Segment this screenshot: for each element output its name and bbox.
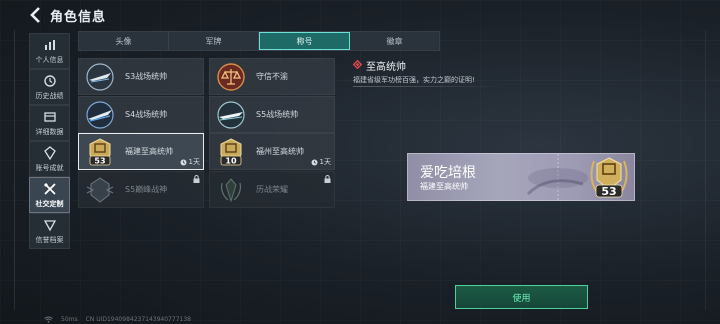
- clock-icon: [180, 159, 187, 165]
- frame-line-left: [14, 30, 15, 310]
- gold-badge-icon: 53: [590, 157, 628, 198]
- title-name: S3战场统帅: [125, 72, 168, 81]
- sidebar-item-social-custom[interactable]: 社交定制: [29, 177, 70, 213]
- ping-value: 50ms: [61, 316, 78, 323]
- sidebar-item-label: 社交定制: [35, 199, 64, 208]
- title-card-s4-commander[interactable]: S4战场统帅: [78, 96, 204, 133]
- sidebar-item-label: 信誉档案: [35, 235, 64, 244]
- wifi-icon: [44, 316, 53, 323]
- data-icon: [43, 111, 56, 122]
- title-card-s5-peak-god[interactable]: S5巅峰战神: [78, 171, 204, 208]
- detail-title: 至高统帅: [366, 62, 406, 73]
- category-tabs: 头像 军牌 称号 徽章: [78, 31, 440, 51]
- tab-badge[interactable]: 徽章: [350, 32, 439, 50]
- jet-emblem-icon: [217, 101, 245, 129]
- title-name: S5巅峰战神: [125, 185, 168, 194]
- uid-text: CN UID1940984237143940777138: [85, 316, 191, 323]
- duration-badge: 1天: [311, 157, 331, 167]
- title-card-fuzhou-commander[interactable]: 10 福州至高统帅 1天: [209, 133, 335, 170]
- title-card-battle-glory[interactable]: 历战荣耀: [209, 171, 335, 208]
- sidebar-item-label: 历史战绩: [35, 91, 64, 100]
- duration-text: 1天: [319, 158, 331, 166]
- lock-icon: [193, 175, 200, 183]
- jet-emblem-icon: [86, 101, 114, 129]
- title-card-s5-commander[interactable]: S5战场统帅: [209, 96, 335, 133]
- title-name: S4战场统帅: [125, 110, 168, 119]
- duration-text: 1天: [188, 158, 200, 166]
- status-footer: 50ms CN UID1940984237143940777138: [44, 316, 191, 323]
- sidebar-item-label: 账号成就: [35, 163, 64, 172]
- scales-emblem-icon: [217, 63, 245, 91]
- silver-emblem-icon: [86, 177, 114, 203]
- title-card-keep-faith[interactable]: 守信不渝: [209, 58, 335, 95]
- title-name: 福建至高统帅: [125, 147, 173, 156]
- bar-chart-icon: [44, 39, 55, 50]
- nameplate-title: 福建至高统帅: [420, 182, 468, 191]
- achievement-icon: [43, 145, 56, 160]
- sidebar-item-label: 详细数据: [35, 127, 64, 136]
- player-name: 爱吃培根: [420, 165, 476, 181]
- page-title: 角色信息: [50, 10, 107, 25]
- use-button[interactable]: 使用: [455, 285, 588, 309]
- title-card-s3-commander[interactable]: S3战场统帅: [78, 58, 204, 95]
- tab-title[interactable]: 称号: [259, 32, 350, 50]
- sidebar-item-personal-info[interactable]: 个人信息: [29, 33, 70, 69]
- clock-icon: [311, 159, 318, 165]
- gold-badge-icon: 53: [89, 138, 111, 166]
- history-icon: [43, 74, 56, 87]
- title-badge-number: 53: [94, 157, 105, 166]
- tab-avatar[interactable]: 头像: [79, 32, 169, 50]
- sidebar-item-label: 个人信息: [35, 55, 64, 64]
- title-badge-number: 10: [225, 157, 237, 166]
- duration-badge: 1天: [180, 157, 200, 167]
- title-name: S5战场统帅: [256, 110, 299, 119]
- frame-line-right: [705, 30, 706, 310]
- sidebar-item-achievements[interactable]: 账号成就: [29, 141, 70, 177]
- wreath-emblem-icon: [221, 178, 241, 203]
- tools-icon: [43, 182, 56, 195]
- sidebar-item-history[interactable]: 历史战绩: [29, 69, 70, 105]
- diamond-icon: [353, 60, 362, 69]
- detail-description: 福建省级军功榜百强，实力之巅的证明!: [353, 76, 475, 84]
- title-card-fujian-commander[interactable]: 53 福建至高统帅 1天: [78, 133, 204, 170]
- title-name: 守信不渝: [256, 72, 288, 81]
- jet-emblem-icon: [86, 63, 114, 91]
- sidebar-item-reputation[interactable]: 信誉档案: [29, 213, 70, 249]
- sidebar-item-details[interactable]: 详细数据: [29, 105, 70, 141]
- lock-icon: [324, 175, 331, 183]
- title-name: 福州至高统帅: [256, 147, 304, 156]
- nameplate-preview: 爱吃培根 福建至高统帅 53: [407, 153, 635, 201]
- tab-military-tag[interactable]: 军牌: [169, 32, 259, 50]
- top-bar: 角色信息: [0, 0, 720, 30]
- gold-badge-icon: 10: [220, 138, 242, 166]
- title-name: 历战荣耀: [256, 185, 288, 194]
- reputation-icon: [43, 219, 56, 231]
- divider: [353, 86, 503, 87]
- back-arrow-icon[interactable]: [28, 6, 44, 24]
- nameplate-badge-number: 53: [601, 185, 616, 198]
